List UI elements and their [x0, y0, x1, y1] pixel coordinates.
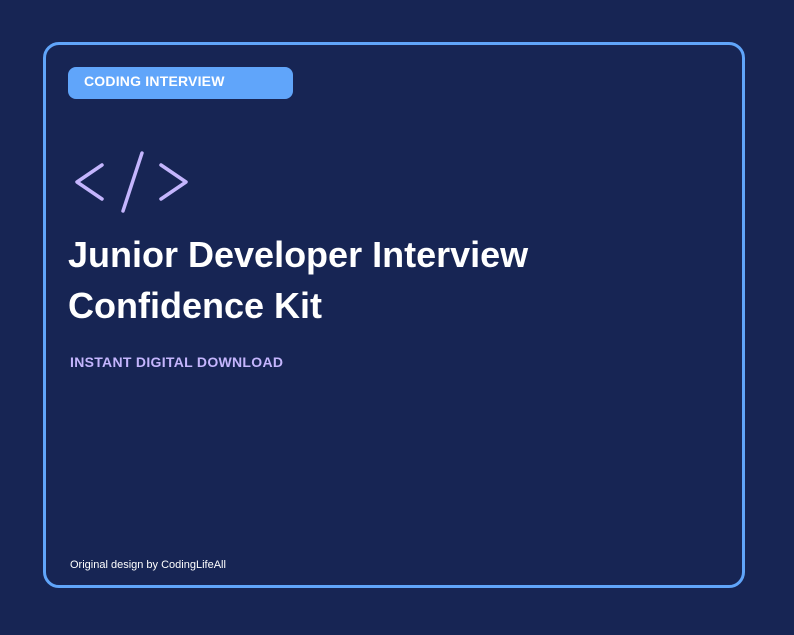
download-subtitle: INSTANT DIGITAL DOWNLOAD	[70, 354, 284, 370]
title-line-2: Confidence Kit	[68, 285, 323, 326]
product-card: CODING INTERVIEW Junior Developer Interv…	[43, 42, 745, 588]
design-credit: Original design by CodingLifeAll	[70, 559, 226, 571]
category-badge: CODING INTERVIEW	[68, 67, 293, 99]
title-line-1: Junior Developer Interview	[68, 234, 529, 275]
page-title: Junior Developer Interview Confidence Ki…	[68, 229, 708, 331]
code-brackets-icon	[75, 151, 188, 213]
